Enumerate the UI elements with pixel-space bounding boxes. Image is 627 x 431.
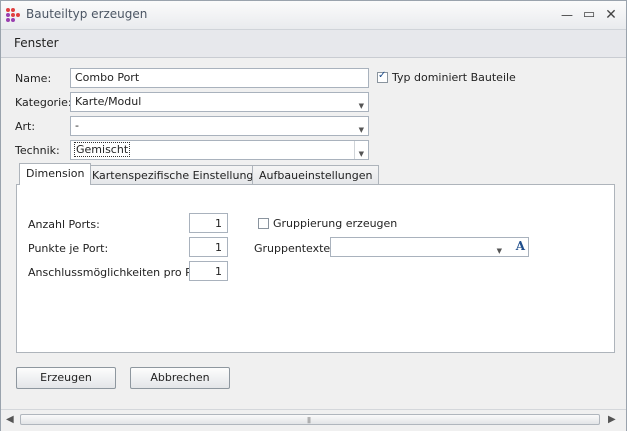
app-dots-icon bbox=[6, 8, 20, 22]
close-icon[interactable]: ✕ bbox=[601, 6, 621, 24]
connections-label: Anschlussmöglichkeiten pro Port: bbox=[28, 266, 211, 279]
font-style-icon[interactable]: A bbox=[516, 239, 525, 253]
dominates-label: Typ dominiert Bauteile bbox=[392, 71, 516, 84]
chevron-down-icon[interactable]: ▼ bbox=[359, 123, 364, 135]
minimize-icon[interactable]: — bbox=[557, 6, 577, 24]
chevron-down-icon[interactable]: ▼ bbox=[359, 99, 364, 111]
window-title: Bauteiltyp erzeugen bbox=[26, 7, 148, 21]
kind-value: - bbox=[75, 119, 79, 132]
kind-select[interactable]: - ▼ bbox=[70, 116, 369, 136]
scroll-thumb[interactable]: ||| bbox=[20, 414, 600, 425]
tab-card-settings[interactable]: Kartenspezifische Einstellungen bbox=[85, 165, 275, 185]
chevron-down-icon[interactable]: ▼ bbox=[497, 244, 502, 256]
cancel-button[interactable]: Abbrechen bbox=[130, 367, 230, 389]
points-label: Punkte je Port: bbox=[28, 242, 109, 255]
grouptexts-select[interactable]: ▼ A bbox=[330, 237, 529, 257]
title-bar[interactable]: Bauteiltyp erzeugen — ▭ ✕ bbox=[1, 1, 626, 30]
grouping-label: Gruppierung erzeugen bbox=[273, 217, 398, 230]
connections-input[interactable]: 1 bbox=[189, 261, 228, 281]
points-input[interactable]: 1 bbox=[189, 237, 228, 257]
tech-label: Technik: bbox=[15, 144, 60, 157]
dialog-window: Bauteiltyp erzeugen — ▭ ✕ Fenster Name: … bbox=[0, 0, 627, 431]
name-input[interactable]: Combo Port bbox=[70, 68, 369, 88]
kind-label: Art: bbox=[15, 120, 36, 133]
category-value: Karte/Modul bbox=[75, 95, 142, 108]
scroll-right-icon[interactable]: ▶ bbox=[608, 414, 616, 425]
menu-bar: Fenster bbox=[1, 30, 626, 58]
chevron-down-icon[interactable]: ▼ bbox=[359, 147, 364, 159]
ports-input[interactable]: 1 bbox=[189, 213, 228, 233]
tech-select[interactable]: Gemischt ▼ bbox=[70, 140, 369, 160]
category-select[interactable]: Karte/Modul ▼ bbox=[70, 92, 369, 112]
grouptexts-label: Gruppentexte: bbox=[254, 242, 334, 255]
name-label: Name: bbox=[15, 72, 52, 85]
tab-dimension[interactable]: Dimension bbox=[19, 163, 92, 185]
menu-item-fenster[interactable]: Fenster bbox=[14, 36, 59, 50]
create-button[interactable]: Erzeugen bbox=[16, 367, 116, 389]
ports-label: Anzahl Ports: bbox=[28, 218, 100, 231]
grip-icon: ||| bbox=[307, 417, 311, 424]
scroll-left-icon[interactable]: ◀ bbox=[6, 414, 14, 425]
horizontal-scrollbar[interactable]: ◀ ||| ▶ bbox=[1, 409, 626, 431]
category-label: Kategorie: bbox=[15, 96, 72, 109]
dialog-content: Name: Combo Port Typ dominiert Bauteile … bbox=[1, 58, 626, 408]
tech-value: Gemischt bbox=[73, 142, 131, 157]
tab-panel-dimension: Anzahl Ports: 1 Punkte je Port: 1 Anschl… bbox=[16, 184, 615, 353]
dominates-checkbox[interactable] bbox=[377, 70, 388, 83]
grouping-checkbox[interactable] bbox=[258, 218, 269, 229]
tab-build-settings[interactable]: Aufbaueinstellungen bbox=[252, 165, 380, 185]
maximize-icon[interactable]: ▭ bbox=[579, 6, 599, 24]
